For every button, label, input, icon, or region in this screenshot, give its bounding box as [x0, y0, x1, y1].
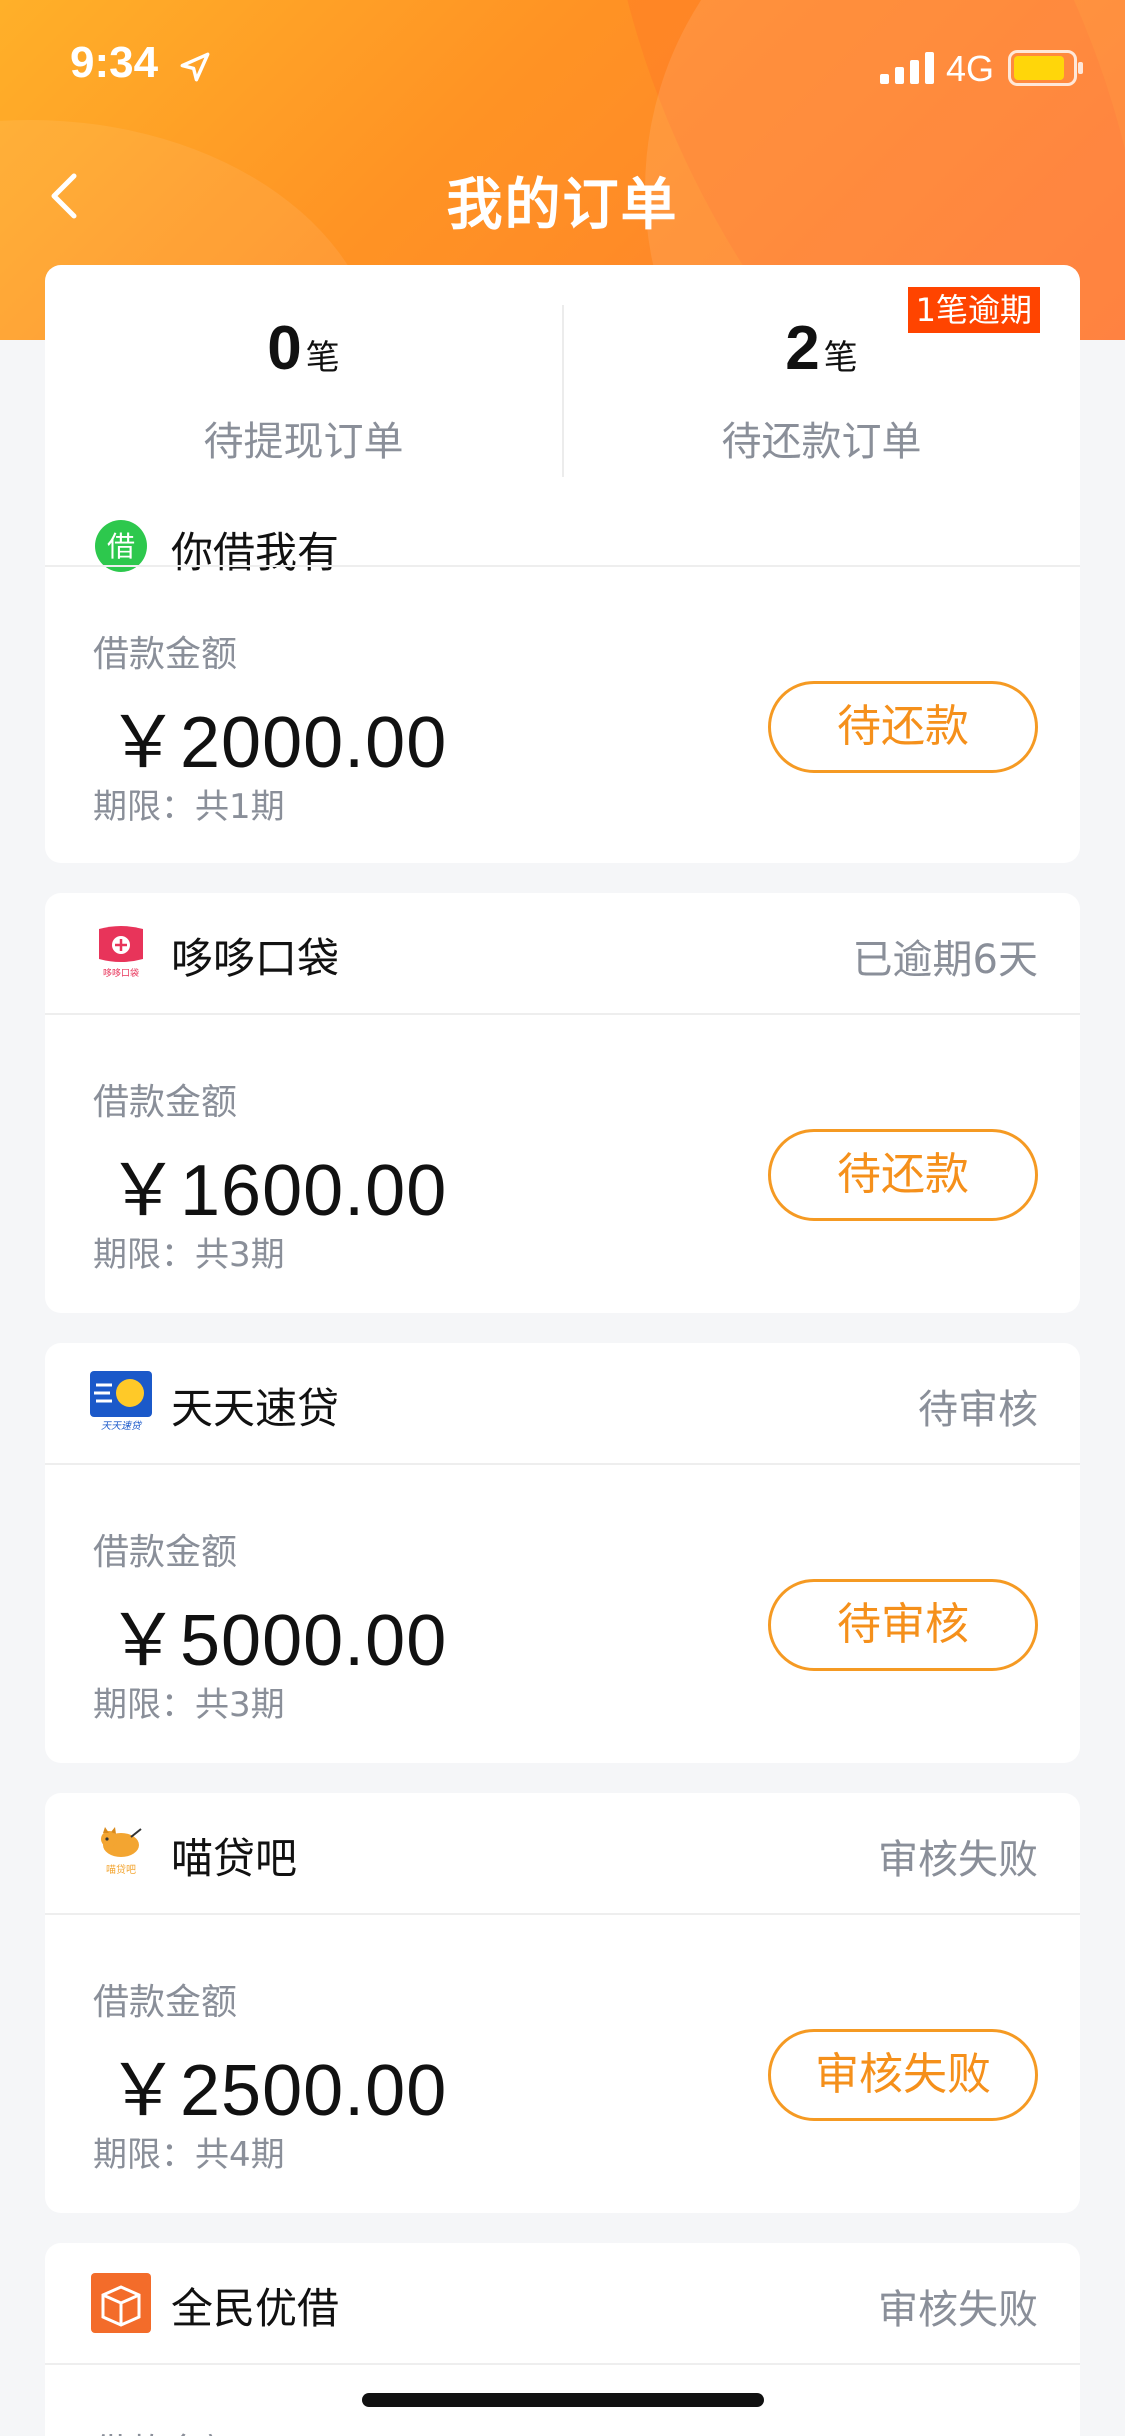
cat-mascot-icon: 喵贷吧 [101, 1827, 142, 1876]
svg-text:哆哆口袋: 哆哆口袋 [103, 967, 139, 979]
pending-review-button[interactable]: 待审核 [768, 1579, 1038, 1671]
term-label: 期限：共3期 [93, 1235, 285, 1275]
pending-repay-label: 待还款订单 [721, 419, 922, 465]
svg-text:天天速贷: 天天速贷 [101, 1420, 143, 1432]
amount-value: ￥2000.00 [107, 703, 448, 783]
divider [45, 565, 1080, 567]
amount-value: ￥5000.00 [107, 1601, 448, 1681]
page-title: 我的订单 [446, 173, 679, 238]
order-header: 喵贷吧 喵贷吧 审核失败 [45, 1793, 1080, 1915]
status-bar: 9:34 4G [0, 0, 1125, 130]
home-indicator[interactable] [362, 2393, 764, 2407]
amount-label: 借款金额 [93, 1982, 238, 2023]
order-status: 已逾期6天 [852, 937, 1038, 983]
amount-value: ￥1600.00 [107, 1151, 448, 1231]
svg-text:借: 借 [107, 530, 135, 563]
term-label: 期限：共3期 [93, 1685, 285, 1725]
pending-repay-count: 2 [785, 314, 820, 383]
term-label: 期限：共1期 [93, 787, 285, 827]
review-failed-button[interactable]: 审核失败 [768, 2029, 1038, 2121]
count-unit: 笔 [823, 338, 858, 378]
lender-name: 哆哆口袋 [171, 934, 340, 983]
order-card[interactable]: 全民优借 审核失败 借款金额 [45, 2243, 1080, 2436]
svg-text:喵贷吧: 喵贷吧 [106, 1863, 136, 1876]
divider [45, 1913, 1080, 1915]
order-status: 审核失败 [878, 2287, 1038, 2333]
divider [45, 2363, 1080, 2365]
lender-name: 喵贷吧 [171, 1834, 298, 1883]
location-arrow-icon [180, 52, 210, 82]
amount-label: 借款金额 [93, 2423, 237, 2436]
amount-value: ￥2500.00 [107, 2051, 448, 2131]
order-card[interactable]: 喵贷吧 喵贷吧 审核失败 借款金额 ￥2500.00 期限：共4期 审核失败 [45, 1793, 1080, 2213]
order-card[interactable]: 天天速贷 天天速贷 待审核 借款金额 ￥5000.00 期限：共3期 待审核 [45, 1343, 1080, 1763]
order-status: 审核失败 [878, 1837, 1038, 1883]
order-status: 待审核 [918, 1387, 1038, 1433]
amount-label: 借款金额 [93, 1532, 238, 1573]
battery-icon [1008, 50, 1083, 86]
navigation-bar: 我的订单 [0, 150, 1125, 240]
count-unit: 笔 [305, 338, 340, 378]
order-header: 全民优借 审核失败 [45, 2243, 1080, 2365]
repay-button[interactable]: 待还款 [768, 1129, 1038, 1221]
box-icon [91, 2273, 151, 2333]
order-header[interactable]: 借 你借我有 [45, 485, 1080, 607]
divider [45, 1013, 1080, 1015]
pending-withdraw-count: 0 [267, 314, 302, 383]
pocket-bag-icon: 哆哆口袋 [91, 921, 151, 981]
order-header: 天天速贷 天天速贷 待审核 [45, 1343, 1080, 1465]
amount-label: 借款金额 [93, 1082, 238, 1123]
amount-label: 借款金额 [93, 634, 238, 675]
lender-name: 天天速贷 [171, 1384, 340, 1433]
status-time: 9:34 [70, 38, 159, 87]
repay-button[interactable]: 待还款 [768, 681, 1038, 773]
pending-withdraw-label: 待提现订单 [203, 419, 404, 465]
speed-loan-icon: 天天速贷 [90, 1371, 152, 1432]
term-label: 期限：共4期 [93, 2135, 285, 2175]
summary-card: 1笔逾期 0笔 待提现订单 2笔 待还款订单 借 你借我有 借款金额 ￥2000… [45, 265, 1080, 863]
pending-repay-summary[interactable]: 2笔 待还款订单 [563, 313, 1080, 467]
order-header: 哆哆口袋 哆哆口袋 已逾期6天 [45, 893, 1080, 1015]
lender-name: 你借我有 [171, 528, 340, 577]
order-card[interactable]: 哆哆口袋 哆哆口袋 已逾期6天 借款金额 ￥1600.00 期限：共3期 待还款 [45, 893, 1080, 1313]
signal-bars-icon [880, 52, 934, 84]
lender-name: 全民优借 [171, 2284, 340, 2333]
network-label: 4G [946, 48, 995, 89]
divider [45, 1463, 1080, 1465]
pending-withdraw-summary[interactable]: 0笔 待提现订单 [45, 313, 562, 467]
